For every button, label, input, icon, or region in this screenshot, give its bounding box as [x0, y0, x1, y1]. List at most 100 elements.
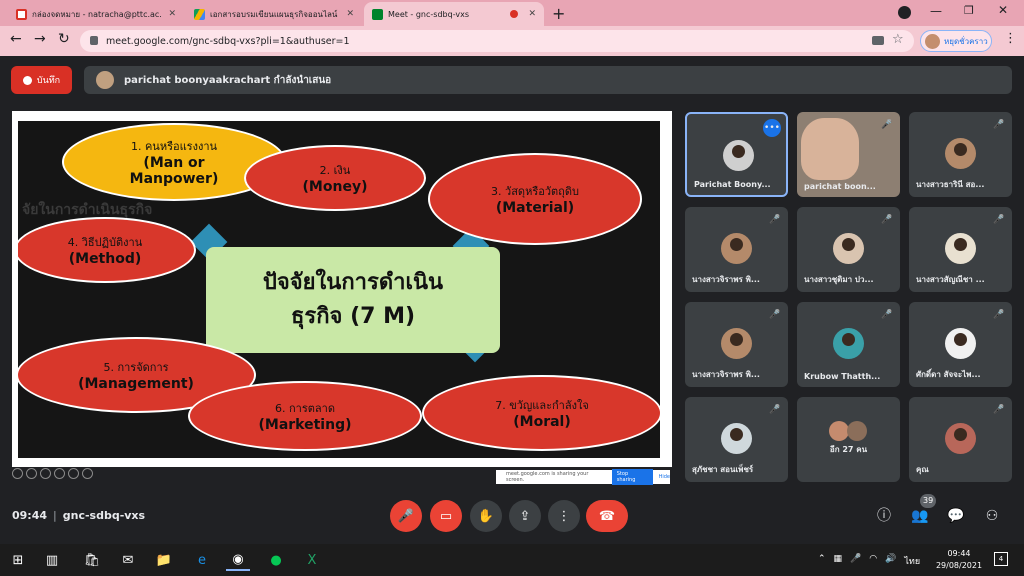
screen-share-notice: meet.google.com is sharing your screen. …	[496, 469, 670, 485]
record-button[interactable]: บันทึก	[11, 66, 72, 94]
mic-toggle-button[interactable]: 🎤	[390, 500, 422, 532]
minimize-icon[interactable]: —	[930, 4, 942, 18]
avatar	[833, 233, 864, 264]
address-bar[interactable]: meet.google.com/gnc-sdbq-vxs?pli=1&authu…	[80, 30, 914, 52]
avatar	[833, 328, 864, 359]
mic-off-icon: 🎤	[769, 405, 781, 415]
people-icon[interactable]: 👥	[910, 506, 930, 526]
tab-search-icon[interactable]	[898, 6, 911, 19]
prev-slide-icon[interactable]	[12, 468, 23, 479]
star-icon[interactable]: ☆	[892, 32, 904, 47]
participant-tile[interactable]: 🎤 นางสาวสัญณีชา ...	[909, 207, 1012, 292]
task-view-icon[interactable]: ▥	[40, 549, 64, 571]
factor-4-ellipse: 4. วิธีปฏิบัติงาน (Method)	[18, 217, 196, 283]
chevron-up-icon[interactable]: ⌃	[818, 554, 826, 568]
close-tab-icon[interactable]: ✕	[340, 9, 354, 19]
wifi-icon[interactable]: ◠	[869, 554, 877, 568]
tab-drive-doc[interactable]: เอกสารอบรมเขียนแผนธุรกิจออนไลน์ ปี ✕	[186, 2, 362, 26]
back-icon[interactable]: ←	[10, 31, 22, 47]
present-button[interactable]: ⇪	[509, 500, 541, 532]
slide-controls	[12, 468, 122, 482]
laser-icon[interactable]	[54, 468, 65, 479]
more-icon[interactable]	[82, 468, 93, 479]
drive-icon	[194, 8, 205, 20]
excel-icon[interactable]: X	[300, 549, 324, 571]
hide-button[interactable]: Hide	[659, 474, 670, 480]
avatar	[721, 233, 752, 264]
more-options-button[interactable]: ⋮	[548, 500, 580, 532]
participant-tile[interactable]: 🎤 ศักดิ์ดา สัจจะไพ...	[909, 302, 1012, 387]
network-icon[interactable]: ▦	[834, 554, 843, 568]
forward-icon[interactable]: →	[34, 31, 46, 47]
camera-toggle-button[interactable]: ▭	[430, 500, 462, 532]
avatar	[945, 233, 976, 264]
mic-off-icon: 🎤	[881, 215, 893, 225]
restore-icon[interactable]: ❐	[964, 4, 974, 17]
slide-canvas: จัยในการดำเนินธุรกิจ ปัจจัยในการดำเนิน ธ…	[18, 121, 660, 458]
chat-icon[interactable]: 💬	[946, 506, 966, 526]
new-tab-icon[interactable]: +	[552, 4, 565, 23]
next-slide-icon[interactable]	[26, 468, 37, 479]
factor-6-ellipse: 6. การตลาด (Marketing)	[188, 381, 422, 451]
tab-meet[interactable]: Meet - gnc-sdbq-vxs ✕	[364, 2, 544, 26]
more-vert-icon: ⋮	[557, 508, 571, 524]
presenter-avatar	[96, 71, 114, 89]
line-icon[interactable]: ●	[264, 549, 288, 571]
participant-tile[interactable]: 🎤 สุภัชชา สอนเพ็ชร์	[685, 397, 788, 482]
factor-3-ellipse: 3. วัสดุหรือวัตถุดิบ (Material)	[428, 153, 642, 245]
factor-7-ellipse: 7. ขวัญและกำลังใจ (Moral)	[422, 375, 660, 451]
participant-tile[interactable]: 🎤 นางสาวจิราพร พิ...	[685, 207, 788, 292]
center-title-box: ปัจจัยในการดำเนิน ธุรกิจ (7 M)	[206, 247, 500, 353]
mic-off-icon: 🎤	[881, 120, 893, 130]
avatar	[723, 140, 754, 171]
language-indicator[interactable]: ไทย	[904, 554, 920, 568]
leave-call-button[interactable]: ☎	[586, 500, 628, 532]
participant-tile[interactable]: 🎤 นางสาวธารินี สอ...	[909, 112, 1012, 197]
chrome-icon[interactable]: ◉	[226, 549, 250, 571]
edge-icon[interactable]: e	[190, 549, 214, 571]
reload-icon[interactable]: ↻	[58, 31, 70, 47]
avatar	[829, 421, 849, 441]
file-explorer-icon[interactable]: 📁	[152, 549, 176, 571]
window-close-icon[interactable]: ✕	[998, 3, 1008, 17]
activities-icon[interactable]: ⚇	[982, 506, 1002, 526]
raise-hand-button[interactable]: ✋	[470, 500, 502, 532]
presenter-bar: parichat boonyaakrachart กำลังนำเสนอ	[84, 66, 1012, 94]
stop-sharing-button[interactable]: Stop sharing	[611, 469, 653, 485]
participant-tile[interactable]: 🎤 Krubow Thatth...	[797, 302, 900, 387]
factor-2-ellipse: 2. เงิน (Money)	[244, 145, 426, 211]
meet-icon	[372, 8, 383, 20]
mic-off-icon: 🎤	[881, 310, 893, 320]
zoom-icon[interactable]	[68, 468, 79, 479]
mail-icon[interactable]: ✉	[116, 549, 140, 571]
recording-indicator-icon	[510, 10, 519, 18]
mic-off-icon: 🎤	[993, 405, 1005, 415]
avatar	[925, 33, 940, 49]
participant-tile[interactable]: 🎤 parichat boon...	[797, 112, 900, 197]
close-tab-icon[interactable]: ✕	[162, 9, 176, 19]
store-icon[interactable]: 🛍	[80, 549, 104, 571]
mic-icon[interactable]: 🎤	[850, 554, 861, 568]
profile-button[interactable]: หยุดชั่วคราว	[920, 30, 992, 52]
volume-icon[interactable]: 🔊	[885, 554, 896, 568]
more-participants-tile[interactable]: อีก 27 คน	[797, 397, 900, 482]
menu-kebab-icon[interactable]: ⋮	[1004, 31, 1017, 46]
self-tile[interactable]: 🎤 คุณ	[909, 397, 1012, 482]
more-options-icon[interactable]: •••	[763, 119, 781, 137]
close-tab-icon[interactable]: ✕	[522, 9, 536, 19]
notification-center-icon[interactable]: 4	[994, 552, 1008, 566]
participant-tile[interactable]: 🎤 นางสาวจิราพร พิ...	[685, 302, 788, 387]
windows-start-icon[interactable]: ⊞	[6, 549, 30, 571]
participant-video	[801, 118, 859, 180]
pen-icon[interactable]	[40, 468, 51, 479]
participant-tile[interactable]: 🎤 นางสาวชุติมา ปว...	[797, 207, 900, 292]
avatar	[721, 423, 752, 454]
camera-in-use-icon[interactable]	[872, 36, 884, 45]
mic-off-icon: 🎤	[769, 215, 781, 225]
info-icon[interactable]: ⓘ	[874, 506, 894, 526]
clock[interactable]: 09:44 29/08/2021	[934, 548, 984, 572]
mic-off-icon: 🎤	[769, 310, 781, 320]
participant-tile[interactable]: ••• Parichat Boony...	[685, 112, 788, 197]
tab-gmail[interactable]: กล่องจดหมาย - natracha@pttc.ac.t ✕	[8, 2, 184, 26]
hand-icon: ✋	[477, 508, 495, 524]
